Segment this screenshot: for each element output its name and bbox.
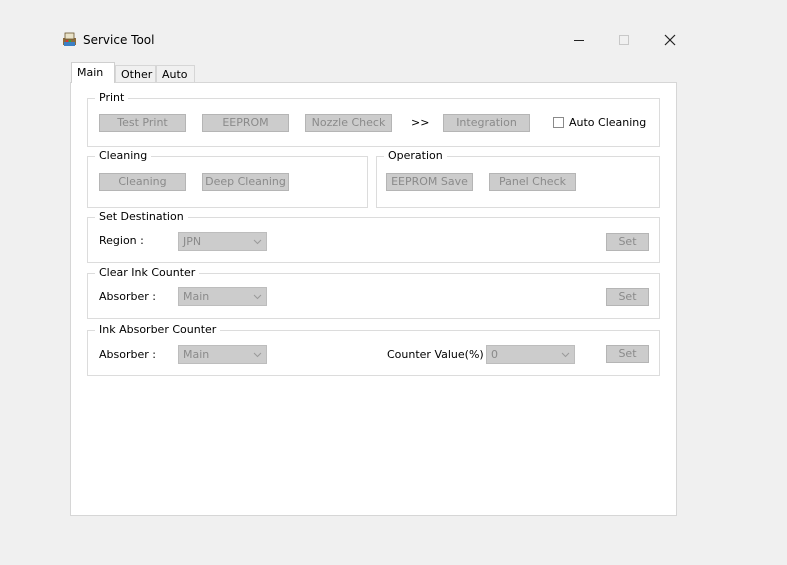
counter-value-select-value: 0 — [491, 348, 498, 361]
print-group-title: Print — [95, 91, 129, 105]
ink-absorber-select[interactable]: Main — [178, 345, 267, 364]
eeprom-save-button[interactable]: EEPROM Save — [386, 173, 473, 191]
chevron-down-icon — [561, 346, 570, 363]
set-destination-group-title: Set Destination — [95, 210, 188, 224]
chevron-down-icon — [253, 346, 262, 363]
clear-ink-counter-group: Clear Ink Counter Absorber : Main Set — [87, 266, 660, 319]
ink-absorber-counter-group-title: Ink Absorber Counter — [95, 323, 221, 337]
ink-absorber-counter-group: Ink Absorber Counter Absorber : Main Cou… — [87, 323, 660, 376]
tab-auto[interactable]: Auto — [156, 65, 195, 82]
clear-ink-counter-group-title: Clear Ink Counter — [95, 266, 200, 280]
ink-absorber-counter-set-button[interactable]: Set — [606, 345, 649, 363]
close-button[interactable] — [650, 28, 690, 52]
main-tab-panel: Print Test Print EEPROM Nozzle Check >> … — [70, 82, 677, 516]
maximize-button[interactable] — [604, 28, 644, 52]
clear-ink-counter-set-button[interactable]: Set — [606, 288, 649, 306]
panel-check-button[interactable]: Panel Check — [489, 173, 576, 191]
set-destination-button[interactable]: Set — [606, 233, 649, 251]
tab-other[interactable]: Other — [115, 65, 156, 82]
minimize-button[interactable] — [559, 28, 599, 52]
test-print-button[interactable]: Test Print — [99, 114, 186, 132]
ink-absorber-label: Absorber : — [99, 348, 156, 361]
minimize-icon — [574, 40, 584, 41]
operation-group-title: Operation — [384, 149, 447, 163]
clear-absorber-select-value: Main — [183, 290, 210, 303]
deep-cleaning-button[interactable]: Deep Cleaning — [202, 173, 289, 191]
print-group: Print Test Print EEPROM Nozzle Check >> … — [87, 91, 660, 147]
clear-absorber-select[interactable]: Main — [178, 287, 267, 306]
cleaning-group-title: Cleaning — [95, 149, 152, 163]
window-title: Service Tool — [83, 33, 155, 47]
region-label: Region : — [99, 234, 144, 247]
auto-cleaning-checkbox[interactable] — [553, 117, 564, 128]
cleaning-button[interactable]: Cleaning — [99, 173, 186, 191]
close-icon — [664, 34, 676, 46]
counter-value-select[interactable]: 0 — [486, 345, 575, 364]
counter-value-label: Counter Value(%) : — [387, 348, 491, 361]
eeprom-button[interactable]: EEPROM — [202, 114, 289, 132]
cleaning-group: Cleaning Cleaning Deep Cleaning — [87, 149, 368, 208]
region-select-value: JPN — [183, 235, 202, 248]
ink-absorber-select-value: Main — [183, 348, 210, 361]
clear-absorber-label: Absorber : — [99, 290, 156, 303]
nozzle-check-button[interactable]: Nozzle Check — [305, 114, 392, 132]
auto-cleaning-label: Auto Cleaning — [569, 116, 647, 129]
integration-button[interactable]: Integration — [443, 114, 530, 132]
chevron-down-icon — [253, 288, 262, 305]
chevron-down-icon — [253, 233, 262, 250]
region-select[interactable]: JPN — [178, 232, 267, 251]
printer-app-icon — [62, 32, 77, 47]
set-destination-group: Set Destination Region : JPN Set — [87, 210, 660, 263]
operation-group: Operation EEPROM Save Panel Check — [376, 149, 660, 208]
integration-arrow: >> — [411, 116, 430, 129]
tab-main[interactable]: Main — [71, 62, 115, 83]
maximize-icon — [619, 35, 629, 45]
